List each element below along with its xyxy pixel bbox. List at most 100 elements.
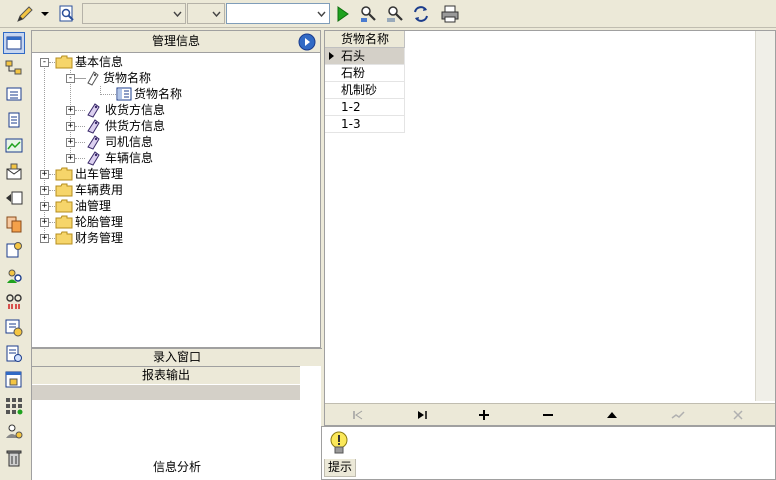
table-row[interactable]: 1-3 <box>325 116 405 133</box>
tree-node-vehicle-cost[interactable]: + 车辆费用 <box>40 182 123 198</box>
table-row[interactable]: 石粉 <box>325 65 405 82</box>
cancel-record-icon[interactable] <box>727 406 749 424</box>
record-navigator <box>325 403 775 425</box>
tree-node-goods-group[interactable]: - 货物名称 <box>66 70 151 86</box>
tag-icon <box>87 119 100 134</box>
print-preview-icon[interactable] <box>56 3 78 25</box>
trash-icon[interactable] <box>3 447 25 469</box>
column-header-goods-name[interactable]: 货物名称 <box>325 31 405 48</box>
chevron-down-icon <box>169 4 185 23</box>
settings-document-icon[interactable] <box>3 239 25 261</box>
user-settings-icon[interactable] <box>3 421 25 443</box>
table-row[interactable]: 1-2 <box>325 99 405 116</box>
entry-window-button[interactable]: 录入窗口 <box>32 348 322 366</box>
tree-leaf-goods-name[interactable]: 货物名称 <box>116 86 182 102</box>
panel-header: 管理信息 <box>32 31 320 53</box>
tree-node-oil[interactable]: + 油管理 <box>40 198 111 214</box>
data-grid-panel: 货物名称 石头石粉 机制砂 1-2 1-3 <box>324 30 776 426</box>
current-row-indicator-icon <box>329 52 334 60</box>
expand-panel-icon[interactable] <box>298 33 316 51</box>
expand-toggle[interactable]: + <box>40 233 49 243</box>
report-settings-icon[interactable] <box>3 317 25 339</box>
section-panel: 录入窗口 报表输出 信息分析 <box>31 348 322 480</box>
expand-toggle[interactable]: + <box>66 121 75 131</box>
main-toolbar <box>0 0 776 28</box>
selection-bar <box>32 385 300 400</box>
run-query-icon[interactable] <box>332 3 354 25</box>
panel-title: 管理信息 <box>151 34 200 48</box>
tag-icon <box>87 103 100 118</box>
expand-toggle[interactable]: + <box>66 137 75 147</box>
chevron-down-icon <box>208 4 224 23</box>
find-next-icon[interactable] <box>384 3 406 25</box>
table-cell: 1-3 <box>341 117 361 131</box>
tree-view: - 基本信息 - 货物名称 货物名称 + 收货方信息 + 供货方信息 + 司机信… <box>32 54 320 348</box>
dropdown-arrow-icon[interactable] <box>38 3 52 25</box>
filter-combo-2[interactable] <box>187 3 225 24</box>
table-row[interactable]: 石头 <box>325 48 405 65</box>
filter-combo-1[interactable] <box>82 3 186 24</box>
printer-icon[interactable] <box>439 3 461 25</box>
collapse-toggle[interactable]: - <box>66 73 75 83</box>
mail-icon[interactable] <box>3 161 25 183</box>
tree-node-basic-info[interactable]: - 基本信息 <box>40 54 123 70</box>
tree-node-dispatch[interactable]: + 出车管理 <box>40 166 123 182</box>
window-icon[interactable] <box>3 32 25 54</box>
add-record-icon[interactable] <box>473 406 495 424</box>
collapse-toggle[interactable]: - <box>40 57 49 67</box>
folder-icon <box>55 199 73 213</box>
tree-node-driver-info[interactable]: + 司机信息 <box>66 134 153 150</box>
expand-toggle[interactable]: + <box>66 105 75 115</box>
tree-node-receiver-info[interactable]: + 收货方信息 <box>66 102 165 118</box>
hint-panel: 提示 <box>321 426 776 480</box>
tag-icon <box>87 71 99 86</box>
expand-toggle[interactable]: + <box>40 185 49 195</box>
refresh-icon[interactable] <box>410 3 432 25</box>
folder-icon <box>55 183 73 197</box>
tree-node-tire[interactable]: + 轮胎管理 <box>40 214 123 230</box>
grid-icon[interactable] <box>3 395 25 417</box>
user-search-icon[interactable] <box>3 265 25 287</box>
list-view-icon[interactable] <box>3 83 25 105</box>
expand-toggle[interactable]: + <box>40 217 49 227</box>
chevron-down-icon <box>313 4 329 23</box>
tree-node-supplier-info[interactable]: + 供货方信息 <box>66 118 165 134</box>
find-icon[interactable] <box>357 3 379 25</box>
pencil-icon[interactable] <box>14 3 36 25</box>
lightbulb-icon <box>328 430 350 461</box>
tag-icon <box>87 151 100 166</box>
expand-toggle[interactable]: + <box>66 153 75 163</box>
expand-toggle[interactable]: + <box>40 201 49 211</box>
report-output-button[interactable]: 报表输出 <box>32 366 300 384</box>
folder-icon <box>55 55 73 69</box>
link-icon[interactable] <box>3 291 25 313</box>
network-icon[interactable] <box>3 57 25 79</box>
vertical-scrollbar[interactable] <box>755 31 775 401</box>
copy-icon[interactable] <box>3 213 25 235</box>
folder-icon <box>55 167 73 181</box>
expand-toggle[interactable]: + <box>40 169 49 179</box>
table-cell: 石头 <box>341 49 366 63</box>
delete-record-icon[interactable] <box>537 406 559 424</box>
first-record-icon[interactable] <box>347 406 369 424</box>
last-record-icon[interactable] <box>411 406 433 424</box>
module-iconbar <box>0 29 28 480</box>
post-record-icon[interactable] <box>667 406 689 424</box>
form-icon <box>116 87 132 101</box>
management-tree-panel: 管理信息 - 基本信息 - 货物名称 货物名称 + 收货方信息 + 供货方信息 … <box>31 30 321 348</box>
table-row[interactable]: 机制砂 <box>325 82 405 99</box>
hint-tab[interactable]: 提示 <box>324 459 356 477</box>
tree-node-finance[interactable]: + 财务管理 <box>40 230 123 246</box>
move-up-icon[interactable] <box>601 406 623 424</box>
chart-icon[interactable] <box>3 135 25 157</box>
tree-node-vehicle-info[interactable]: + 车辆信息 <box>66 150 153 166</box>
report-view-icon[interactable] <box>3 343 25 365</box>
search-value-combo[interactable] <box>226 3 330 24</box>
document-icon[interactable] <box>3 109 25 131</box>
info-analysis-button[interactable]: 信息分析 <box>32 459 322 480</box>
import-icon[interactable] <box>3 187 25 209</box>
tag-icon <box>87 135 100 150</box>
folder-icon <box>55 215 73 229</box>
table-export-icon[interactable] <box>3 369 25 391</box>
table-cell: 1-2 <box>341 100 361 114</box>
